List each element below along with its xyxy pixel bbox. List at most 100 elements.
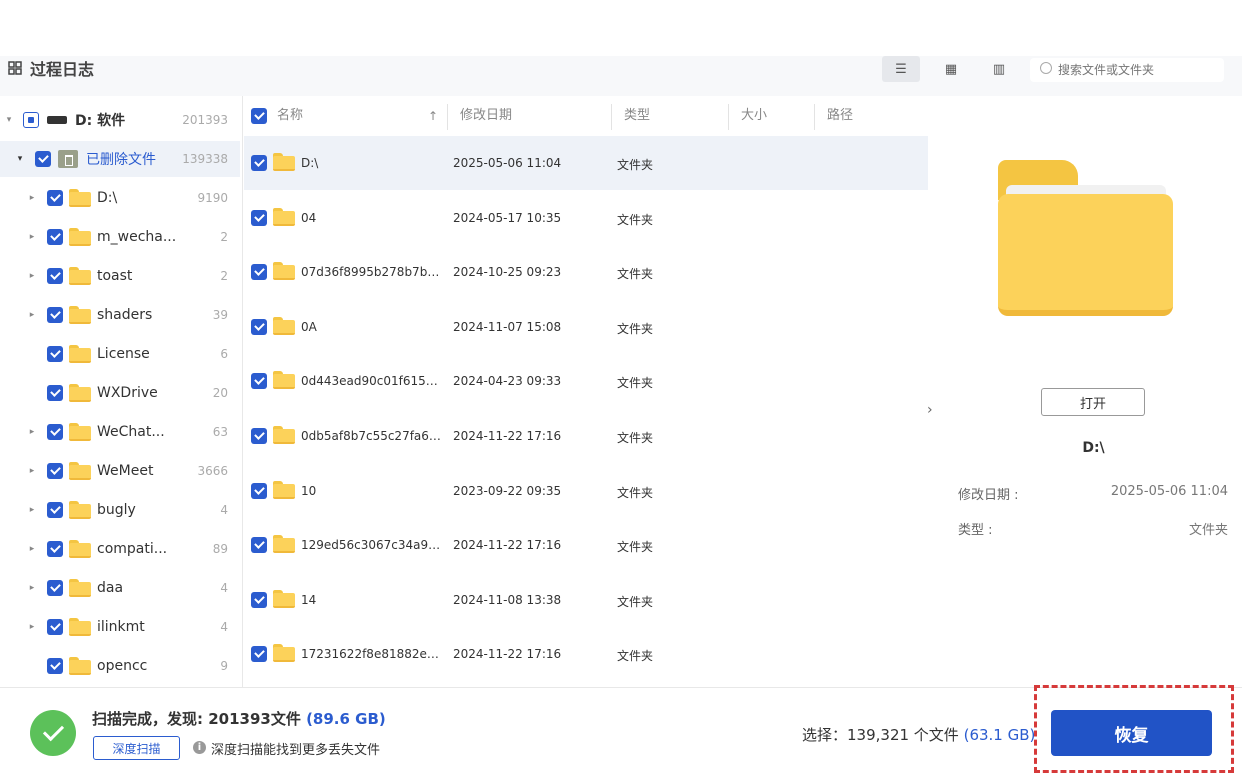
expand-arrow-icon[interactable]: ▸ [27, 466, 37, 476]
tree-item[interactable]: ▸ daa 4 [0, 570, 240, 606]
tree-item-checkbox[interactable] [47, 541, 63, 557]
expand-arrow-icon[interactable]: ▸ [27, 271, 37, 281]
expand-arrow-icon[interactable]: ▸ [27, 193, 37, 203]
expand-arrow-icon[interactable]: ▸ [27, 583, 37, 593]
list-view-button[interactable]: ☰ [882, 56, 920, 82]
row-checkbox[interactable] [251, 428, 267, 444]
table-row[interactable]: 10 2023-09-22 09:35 文件夹 [244, 464, 928, 518]
tree-item-count: 3666 [197, 464, 228, 478]
row-checkbox[interactable] [251, 482, 267, 499]
expand-arrow-icon[interactable]: ▸ [27, 544, 37, 554]
column-header-name[interactable]: 名称 [277, 96, 303, 136]
expand-arrow-icon[interactable]: ▸ [27, 622, 37, 632]
column-header-size[interactable]: 大小 [741, 96, 767, 136]
tree-item[interactable]: ▸ WeMeet 3666 [0, 453, 240, 489]
tree-item-checkbox[interactable] [47, 658, 63, 674]
tree-item-checkbox[interactable] [47, 424, 63, 440]
tree-item-checkbox[interactable] [47, 190, 63, 206]
row-checkbox[interactable] [251, 373, 267, 390]
tree-item-checkbox[interactable] [47, 346, 63, 362]
select-all-checkbox[interactable] [251, 108, 267, 124]
tree-item[interactable]: ▸ WeChat... 63 [0, 414, 240, 450]
tree-item[interactable]: ▸ D:\ 9190 [0, 180, 240, 216]
tree-item[interactable]: License 6 [0, 336, 240, 372]
selection-size: (63.1 GB) [963, 726, 1036, 744]
tree-item-checkbox[interactable] [47, 229, 63, 245]
row-checkbox[interactable] [251, 318, 267, 335]
row-checkbox[interactable] [251, 537, 267, 554]
deep-scan-button[interactable]: 深度扫描 [93, 736, 180, 760]
tree-item-checkbox[interactable] [47, 619, 63, 635]
table-row[interactable]: 0db5af8b7c55c27fa649... 2024-11-22 17:16 文… [244, 409, 928, 463]
scan-size: (89.6 GB) [306, 710, 386, 728]
row-checkbox[interactable] [251, 591, 267, 608]
table-row[interactable]: 129ed56c3067c34a943... 2024-11-22 17:16 文件… [244, 518, 928, 572]
row-checkbox[interactable] [251, 264, 267, 281]
expand-arrow-icon[interactable]: ▸ [27, 232, 37, 242]
expand-arrow-icon[interactable]: ▸ [27, 427, 37, 437]
preview-name: D:\ [1082, 440, 1105, 456]
tree-root-label: D: 软件 [75, 113, 126, 129]
type-label: 类型 : [958, 523, 993, 538]
tree-item[interactable]: ▸ compati... 89 [0, 531, 240, 567]
column-divider[interactable] [447, 104, 448, 130]
search-box[interactable] [1030, 58, 1224, 82]
collapse-arrow-icon[interactable]: ▾ [4, 115, 14, 125]
row-name: 0db5af8b7c55c27fa649... [301, 429, 443, 443]
tree-item-checkbox[interactable] [47, 463, 63, 479]
table-row[interactable]: 14 2024-11-08 13:38 文件夹 [244, 573, 928, 627]
row-name: 129ed56c3067c34a943... [301, 538, 443, 553]
table-row[interactable]: 07d36f8995b278b7b4a... 2024-10-25 09:23 文件… [244, 245, 928, 299]
expand-arrow-icon[interactable]: ▸ [27, 310, 37, 320]
tree-item[interactable]: opencc 9 [0, 648, 240, 684]
modified-label: 修改日期 : [958, 488, 1019, 503]
tile-view-button[interactable]: ▥ [980, 56, 1018, 82]
tree-item-checkbox[interactable] [47, 385, 63, 401]
folder-icon [273, 371, 295, 390]
table-row[interactable]: 0d443ead90c01f6157f0... 2024-04-23 09:33 文… [244, 354, 928, 408]
tree-item[interactable]: WXDrive 20 [0, 375, 240, 411]
tree-item-checkbox[interactable] [47, 580, 63, 596]
tree-item-checkbox[interactable] [47, 307, 63, 323]
row-type: 文件夹 [617, 212, 654, 227]
open-button[interactable]: 打开 [1041, 388, 1145, 416]
tree-item[interactable]: ▸ toast 2 [0, 258, 240, 294]
recover-button[interactable]: 恢复 [1051, 710, 1212, 756]
expand-arrow-icon[interactable]: ▸ [27, 505, 37, 515]
table-row[interactable]: 0A 2024-11-07 15:08 文件夹 [244, 300, 928, 354]
tree-item[interactable]: ▸ ilinkmt 4 [0, 609, 240, 645]
table-row[interactable]: D:\ 2025-05-06 11:04 文件夹 [244, 136, 928, 190]
row-checkbox[interactable] [251, 155, 267, 171]
row-checkbox[interactable] [251, 209, 267, 226]
tree-item-checkbox[interactable] [47, 502, 63, 518]
tree-deleted-count: 139338 [182, 152, 228, 166]
tree-item-checkbox[interactable] [47, 268, 63, 284]
table-row[interactable]: 17231622f8e81882e6d... 2024-11-22 17:16 文件… [244, 627, 928, 681]
tree-item[interactable]: ▸ m_wecha... 2 [0, 219, 240, 255]
toolbar-title: 过程日志 [30, 60, 95, 79]
collapse-arrow-icon[interactable]: ▾ [15, 154, 25, 164]
column-divider[interactable] [814, 104, 815, 130]
tree-item-count: 89 [212, 542, 228, 556]
root-checkbox[interactable] [23, 112, 39, 128]
modified-value: 2025-05-06 11:04 [1110, 484, 1228, 499]
tree-root-drive[interactable]: ▾ D: 软件 201393 [0, 102, 240, 138]
column-divider[interactable] [611, 104, 612, 130]
row-checkbox[interactable] [251, 646, 267, 663]
column-header-modified[interactable]: 修改日期 [460, 96, 512, 136]
tree-item[interactable]: ▸ shaders 39 [0, 297, 240, 333]
search-icon [1040, 62, 1052, 74]
tree-item-count: 4 [220, 620, 228, 634]
folder-icon [273, 316, 295, 335]
tree-item[interactable]: ▸ bugly 4 [0, 492, 240, 528]
column-header-path[interactable]: 路径 [827, 96, 853, 136]
grid-view-button[interactable]: ▦ [932, 56, 970, 82]
search-input[interactable] [1058, 60, 1208, 80]
table-row[interactable]: 04 2024-05-17 10:35 文件夹 [244, 191, 928, 245]
column-divider[interactable] [728, 104, 729, 130]
tree-deleted-files[interactable]: ▾ 已删除文件 139338 [0, 141, 240, 177]
collapse-panel-icon[interactable]: › [927, 402, 933, 418]
sort-ascending-icon[interactable]: ↑ [428, 96, 438, 136]
column-header-type[interactable]: 类型 [624, 96, 650, 136]
deleted-files-checkbox[interactable] [35, 151, 51, 167]
